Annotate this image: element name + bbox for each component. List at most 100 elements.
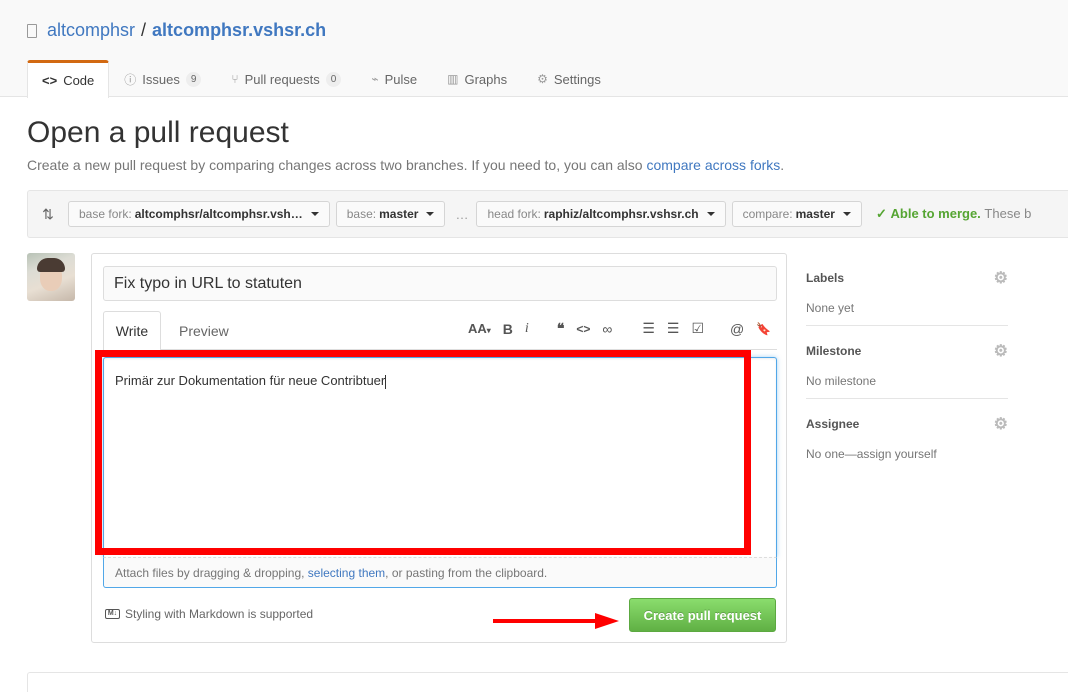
tab-write[interactable]: Write <box>103 311 161 350</box>
annotation-arrow <box>493 613 619 629</box>
commits-summary-box <box>27 672 1068 692</box>
attach-text-end: , or pasting from the clipboard. <box>385 565 548 580</box>
repository-header: altcomphsr / altcomphsr.vshsr.ch <> Code… <box>0 0 1068 98</box>
attach-text: Attach files by dragging & dropping, <box>115 565 305 580</box>
labels-header[interactable]: Labels ⚙ <box>806 268 1008 288</box>
tab-settings-label: Settings <box>553 71 601 87</box>
merge-status: ✓ Able to merge. These b <box>876 206 1031 222</box>
sidebar-assignee: Assignee ⚙ No one—assign yourself <box>806 414 1008 461</box>
assignee-value[interactable]: No one—assign yourself <box>806 447 1008 461</box>
compare-arrows-icon: ⇅ <box>42 205 54 222</box>
assignee-title: Assignee <box>806 417 860 431</box>
gear-icon[interactable]: ⚙ <box>994 414 1008 434</box>
quote-icon[interactable]: ❝ <box>557 320 565 337</box>
labels-value: None yet <box>806 301 855 315</box>
tab-preview[interactable]: Preview <box>179 311 229 350</box>
chevron-down-icon <box>842 212 851 216</box>
repo-owner-link[interactable]: altcomphsr <box>47 20 135 41</box>
base-fork-value: altcomphsr/altcomphsr.vsh… <box>134 207 303 221</box>
markdown-support-note: M↓ Styling with Markdown is supported <box>105 607 313 621</box>
page-subtitle: Create a new pull request by comparing c… <box>27 157 784 173</box>
base-branch-label: base: <box>346 207 377 221</box>
chevron-down-icon <box>706 212 715 216</box>
milestone-value: No milestone <box>806 374 877 388</box>
head-fork-value: raphiz/altcomphsr.vshsr.ch <box>543 207 699 221</box>
compare-branch-label: compare: <box>742 207 793 221</box>
markdown-support-text[interactable]: Styling with Markdown is supported <box>125 607 313 621</box>
tab-pulse-label: Pulse <box>384 71 418 87</box>
tab-pulse[interactable]: ⌁ Pulse <box>356 60 432 97</box>
header-button-label: AA <box>468 321 487 336</box>
tab-graphs[interactable]: ▥ Graphs <box>432 60 522 97</box>
branch-range-bar: ⇅ base fork: altcomphsr/altcomphsr.vsh… … <box>27 190 1068 238</box>
compare-branch-value: master <box>795 207 835 221</box>
repository-title: altcomphsr / altcomphsr.vshsr.ch <box>27 20 326 41</box>
create-pull-request-button[interactable]: Create pull request <box>629 598 776 632</box>
text-size-icon[interactable]: AA▾ <box>468 321 491 336</box>
sidebar-milestone: Milestone ⚙ No milestone <box>806 341 1008 388</box>
arrow-head <box>595 613 619 629</box>
tab-pull-requests-label: Pull requests <box>244 71 320 87</box>
sidebar-labels: Labels ⚙ None yet <box>806 268 1008 315</box>
repo-nav-tabs: <> Code ⓘ Issues 9 ⑂ Pull requests 0 ⌁ P… <box>27 60 616 98</box>
tab-pull-requests[interactable]: ⑂ Pull requests 0 <box>216 60 356 97</box>
markdown-icon: M↓ <box>105 609 120 619</box>
milestone-title: Milestone <box>806 344 862 358</box>
repo-book-icon <box>27 23 37 38</box>
select-files-link[interactable]: selecting them <box>308 566 385 580</box>
labels-title: Labels <box>806 271 845 285</box>
pulse-icon: ⌁ <box>371 72 379 86</box>
gear-icon: ⚙ <box>537 72 548 86</box>
head-fork-label: head fork: <box>487 207 541 221</box>
base-branch-value: master <box>379 207 419 221</box>
base-fork-label: base fork: <box>79 207 132 221</box>
pull-requests-counter: 0 <box>325 71 342 87</box>
tab-settings[interactable]: ⚙ Settings <box>522 60 616 97</box>
italic-icon[interactable]: i <box>525 321 529 337</box>
base-branch-select[interactable]: base: master <box>335 201 446 227</box>
repo-title-separator: / <box>141 20 147 40</box>
bookmark-icon[interactable]: 🔖 <box>756 322 771 336</box>
code-icon[interactable]: <> <box>576 322 590 336</box>
ordered-list-icon[interactable]: ☰ <box>667 320 680 337</box>
pr-title-input[interactable]: Fix typo in URL to statuten <box>103 266 777 301</box>
milestone-header[interactable]: Milestone ⚙ <box>806 341 1008 361</box>
merge-status-text: Able to merge. <box>890 206 981 221</box>
sidebar-divider <box>806 325 1008 326</box>
pull-request-icon: ⑂ <box>231 72 239 86</box>
issues-counter: 9 <box>185 71 202 87</box>
repo-name-link[interactable]: altcomphsr.vshsr.ch <box>152 20 326 41</box>
merge-status-note: These b <box>984 206 1032 221</box>
link-icon[interactable]: ∞ <box>602 321 612 337</box>
avatar <box>27 253 75 301</box>
subtitle-end: . <box>780 157 785 173</box>
head-fork-select[interactable]: head fork: raphiz/altcomphsr.vshsr.ch <box>476 201 726 227</box>
compare-branch-select[interactable]: compare: master <box>731 201 862 227</box>
check-icon: ✓ <box>875 206 887 221</box>
tab-code-label: Code <box>63 73 95 88</box>
tab-code[interactable]: <> Code <box>27 60 110 98</box>
gear-icon[interactable]: ⚙ <box>994 268 1008 288</box>
caret-down-icon: ▾ <box>486 326 491 335</box>
assignee-header[interactable]: Assignee ⚙ <box>806 414 1008 434</box>
gear-icon[interactable]: ⚙ <box>994 341 1008 361</box>
graph-icon: ▥ <box>447 72 459 86</box>
chevron-down-icon <box>310 212 319 216</box>
tab-issues-label: Issues <box>142 71 180 87</box>
tab-graphs-label: Graphs <box>464 71 508 87</box>
task-list-icon[interactable]: ☑ <box>691 320 704 337</box>
tab-issues[interactable]: ⓘ Issues 9 <box>109 60 216 97</box>
base-fork-select[interactable]: base fork: altcomphsr/altcomphsr.vsh… <box>68 201 330 227</box>
issue-icon: ⓘ <box>124 72 137 87</box>
code-icon: <> <box>42 73 58 88</box>
range-ellipsis: … <box>455 206 469 222</box>
mention-icon[interactable]: @ <box>730 321 744 337</box>
compare-across-forks-link[interactable]: compare across forks <box>646 157 780 173</box>
file-attach-dropzone[interactable]: Attach files by dragging & dropping, sel… <box>103 557 777 588</box>
avatar-hair <box>37 258 65 272</box>
bold-icon[interactable]: B <box>503 321 513 337</box>
subtitle-text: Create a new pull request by comparing c… <box>27 157 647 173</box>
markdown-toolbar: AA▾ B i ❝ <> ∞ ☰ ☰ ☑ @ 🔖 <box>462 320 777 337</box>
unordered-list-icon[interactable]: ☰ <box>642 320 655 337</box>
chevron-down-icon <box>426 212 435 216</box>
